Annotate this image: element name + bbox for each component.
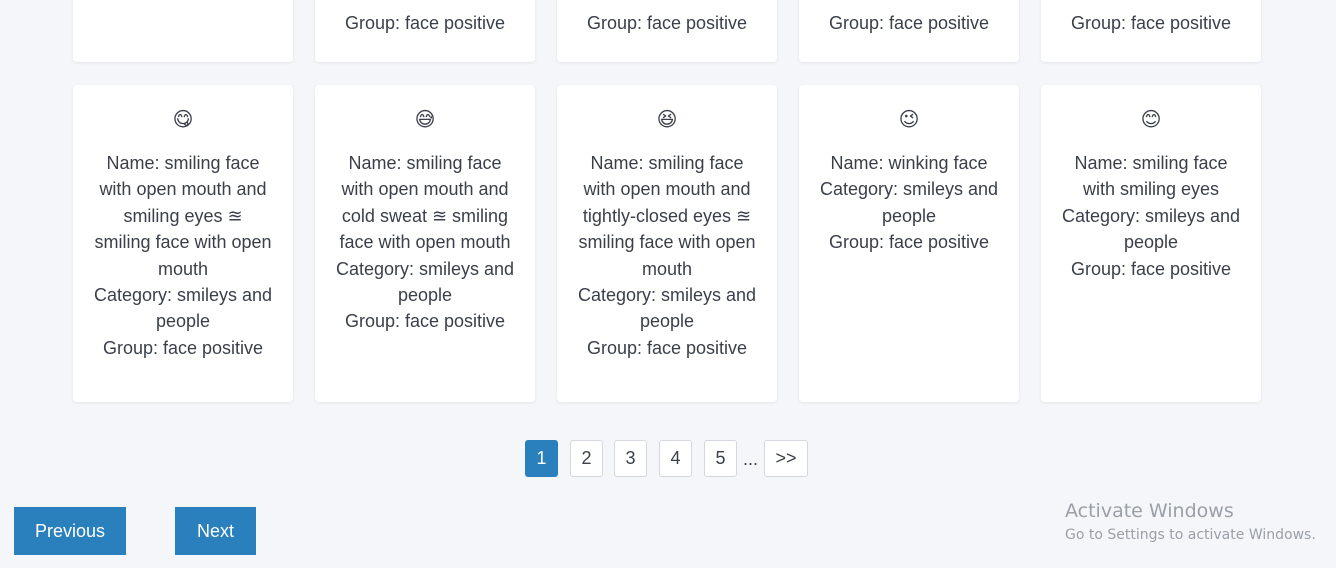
card-category: Category: smileys and people: [819, 179, 999, 226]
card-name: Name: smiling face with open mouth and s…: [94, 153, 272, 279]
pagination-ellipsis: ...: [743, 449, 759, 469]
card-details: Name: smiling face with smiling eyes Cat…: [1061, 150, 1241, 282]
smiling-face-tightly-closed-eyes-icon: 😆: [656, 107, 678, 131]
page-5-button[interactable]: 5: [704, 440, 737, 477]
card-group: Group: face positive: [586, 337, 748, 358]
card-details: Name: smiling face with open mouth and c…: [335, 150, 515, 335]
emoji-card: Group: face positive: [557, 0, 777, 62]
emoji-card: 😅 Name: smiling face with open mouth and…: [315, 85, 535, 402]
activate-windows-watermark: Activate Windows Go to Settings to activ…: [1065, 499, 1316, 545]
card-details: Name: smiling face with open mouth and s…: [93, 150, 273, 361]
emoji-card: 😋 Name: smiling face with open mouth and…: [73, 85, 293, 402]
card-text: Group: face positive: [586, 13, 748, 33]
card-name: Name: smiling face with smiling eyes: [1074, 153, 1228, 200]
next-pages-button[interactable]: >>: [764, 440, 808, 477]
next-button[interactable]: Next: [175, 507, 256, 555]
emoji-card: Group: face positive: [1041, 0, 1261, 62]
emoji-card: 😉 Name: winking face Category: smileys a…: [799, 85, 1019, 402]
emoji-card: Group: face positive: [315, 0, 535, 62]
card-text: Group: face positive: [344, 13, 506, 33]
card-details: Name: winking face Category: smileys and…: [819, 150, 999, 256]
page-1-button[interactable]: 1: [525, 440, 558, 477]
card-category: Category: smileys and people: [1061, 205, 1241, 253]
winking-face-icon: 😉: [898, 107, 920, 131]
card-group: Group: face positive: [102, 337, 264, 358]
card-group: Group: face positive: [1070, 258, 1232, 279]
card-category: Category: smileys and people: [335, 258, 515, 306]
previous-button[interactable]: Previous: [14, 507, 126, 555]
card-group: Group: face positive: [344, 311, 506, 332]
smiling-face-open-mouth-smiling-eyes-icon: 😋: [172, 107, 194, 131]
card-name: Name: smiling face with open mouth and c…: [339, 153, 511, 253]
emoji-card: 😊 Name: smiling face with smiling eyes C…: [1041, 85, 1261, 402]
card-group: Group: face positive: [828, 232, 990, 253]
watermark-subtitle: Go to Settings to activate Windows.: [1065, 527, 1316, 543]
smiling-face-smiling-eyes-icon: 😊: [1140, 107, 1162, 131]
card-category: Category: smileys and people: [93, 285, 273, 332]
card-category: Category: smileys and people: [577, 285, 757, 332]
watermark-title: Activate Windows: [1065, 500, 1234, 522]
card-text: Group: face positive: [1070, 13, 1232, 33]
smiling-face-cold-sweat-icon: 😅: [414, 107, 436, 131]
emoji-card: 😆 Name: smiling face with open mouth and…: [557, 85, 777, 402]
card-name: Name: winking face: [830, 153, 988, 173]
page-2-button[interactable]: 2: [570, 440, 603, 477]
page-3-button[interactable]: 3: [614, 440, 647, 477]
emoji-card: [73, 0, 293, 62]
card-name: Name: smiling face with open mouth and t…: [578, 153, 756, 279]
page-4-button[interactable]: 4: [659, 440, 692, 477]
card-details: Name: smiling face with open mouth and t…: [577, 150, 757, 361]
card-text: Group: face positive: [828, 13, 990, 33]
emoji-card: Group: face positive: [799, 0, 1019, 62]
